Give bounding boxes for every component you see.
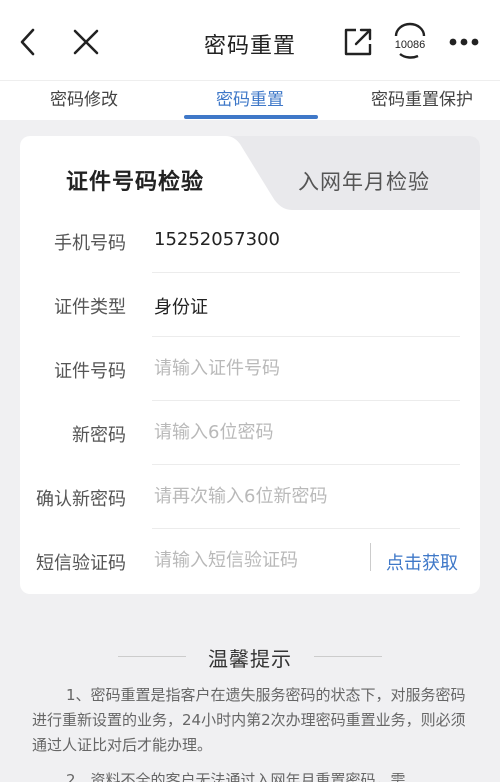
tips-title: 温馨提示 xyxy=(208,647,292,671)
confirm-password-input[interactable] xyxy=(154,479,414,513)
sms-code-row: 短信验证码 点击获取 xyxy=(20,529,480,593)
phone-label: 手机号码 xyxy=(54,233,126,254)
tip-item-2: 2、资料不全的客户无法通过入网年月重置密码，需 xyxy=(66,771,406,782)
tips-divider-right xyxy=(314,656,382,657)
close-icon[interactable] xyxy=(66,22,106,62)
tip-item-1: 1、密码重置是指客户在遗失服务密码的状态下，对服务密码进行重新设置的业务，24小… xyxy=(32,686,466,754)
service-number: 10086 xyxy=(395,39,426,51)
id-number-input[interactable] xyxy=(154,351,374,385)
new-password-input[interactable] xyxy=(154,415,374,449)
share-icon[interactable] xyxy=(338,22,378,62)
customer-service-icon[interactable]: 10086 xyxy=(388,22,432,62)
id-number-label: 证件号码 xyxy=(54,361,126,382)
back-icon[interactable] xyxy=(8,22,48,62)
subtab-id-number-check[interactable]: 证件号码检验 xyxy=(66,164,204,196)
id-type-label: 证件类型 xyxy=(54,297,126,318)
sms-code-input[interactable] xyxy=(154,543,354,577)
sms-code-label: 短信验证码 xyxy=(36,553,126,574)
verification-method-tabs: 证件号码检验 入网年月检验 xyxy=(20,136,480,210)
top-bar: 密码重置 10086 xyxy=(0,0,500,80)
new-password-row: 新密码 xyxy=(20,401,480,465)
id-type-value[interactable]: 身份证 xyxy=(154,293,208,319)
tab-password-reset-protection[interactable]: 密码重置保护 xyxy=(352,81,492,121)
active-tab-indicator xyxy=(184,115,318,119)
sms-divider xyxy=(370,543,371,571)
get-sms-code-button[interactable]: 点击获取 xyxy=(386,549,458,575)
more-icon[interactable] xyxy=(444,22,484,62)
subtab-join-date-check[interactable]: 入网年月检验 xyxy=(298,166,430,196)
phone-value: 15252057300 xyxy=(154,229,280,250)
new-password-label: 新密码 xyxy=(72,425,126,446)
reset-form-card: 证件号码检验 入网年月检验 手机号码 15252057300 证件类型 身份证 … xyxy=(20,136,480,594)
tab-password-change[interactable]: 密码修改 xyxy=(24,81,144,121)
id-number-row: 证件号码 xyxy=(20,337,480,401)
tab-bar: 密码修改 密码重置 密码重置保护 xyxy=(0,80,500,120)
id-type-row: 证件类型 身份证 xyxy=(20,273,480,337)
confirm-password-label: 确认新密码 xyxy=(36,489,126,510)
phone-row: 手机号码 15252057300 xyxy=(20,209,480,273)
confirm-password-row: 确认新密码 xyxy=(20,465,480,529)
